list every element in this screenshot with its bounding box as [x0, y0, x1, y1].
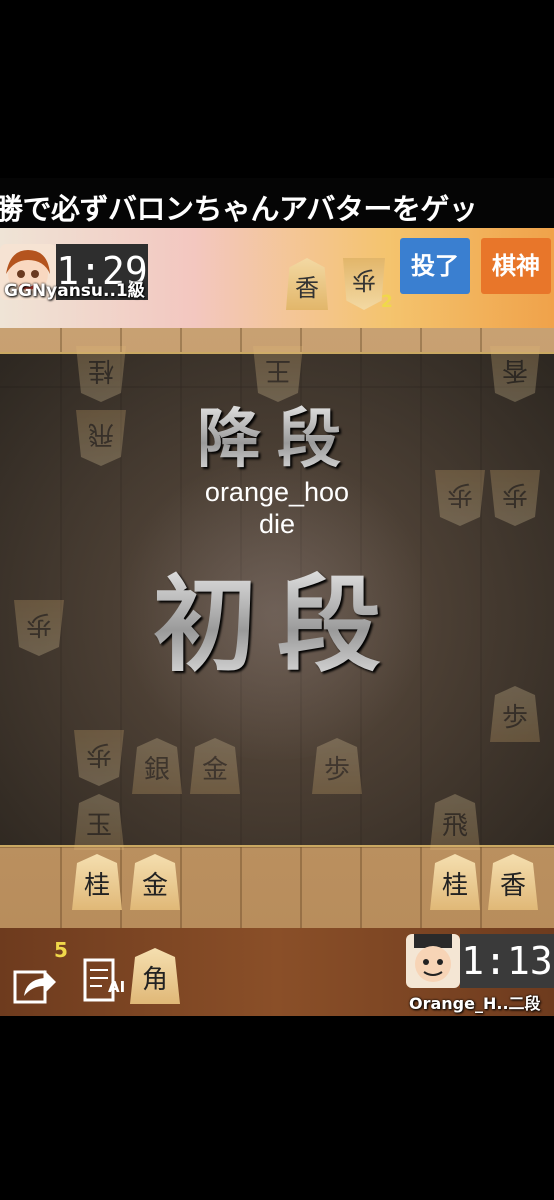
share-button[interactable]	[10, 960, 60, 1006]
new-rank-title: 初段	[0, 540, 554, 691]
boy-avatar-icon	[414, 934, 452, 982]
piece-silver: 銀	[132, 738, 182, 794]
piece-gold[interactable]: 金	[130, 854, 180, 910]
hand-piece-bishop[interactable]: 角	[130, 948, 180, 1004]
captured-piece-lance[interactable]: 香	[286, 258, 328, 310]
piece-pawn: 歩	[74, 730, 124, 786]
kishin-button[interactable]: 棋神	[481, 238, 551, 294]
piece-king: 玉	[74, 794, 124, 850]
demotion-title: 降段	[0, 388, 554, 480]
ai-analysis-button[interactable]: AI	[80, 956, 128, 1008]
player-bar: 5 角 AI 1:13 Orange_H..二段	[0, 928, 554, 1016]
piece-lance[interactable]: 香	[488, 854, 538, 910]
piece-knight[interactable]: 桂	[430, 854, 480, 910]
opponent-name: GGNyansu..1級	[4, 281, 145, 301]
captured-pawn-count: 2	[381, 292, 393, 312]
piece-knight[interactable]: 桂	[72, 854, 122, 910]
piece-pawn: 歩	[490, 686, 540, 742]
ai-label: AI	[108, 978, 126, 996]
promo-banner: 勝で必ずバロンちゃんアバターをゲッ	[0, 178, 554, 228]
player-avatar	[406, 934, 460, 988]
hand-piece-count: 5	[54, 938, 68, 962]
promo-banner-text: 勝で必ずバロンちゃんアバターをゲッ	[0, 192, 478, 226]
player-name-line1: orange_hoo	[204, 477, 350, 507]
player-name-line2: die	[258, 509, 296, 539]
captured-piece-pawn[interactable]: 歩	[343, 258, 385, 310]
share-icon	[13, 970, 56, 1004]
resign-button[interactable]: 投了	[400, 238, 470, 294]
piece-rook: 飛	[430, 794, 480, 850]
player-name: Orange_H..二段	[409, 994, 541, 1013]
opponent-bar: 1:29 GGNyansu..1級 香 歩 2 投了 棋神	[0, 228, 554, 328]
player-timer: 1:13	[460, 934, 554, 988]
